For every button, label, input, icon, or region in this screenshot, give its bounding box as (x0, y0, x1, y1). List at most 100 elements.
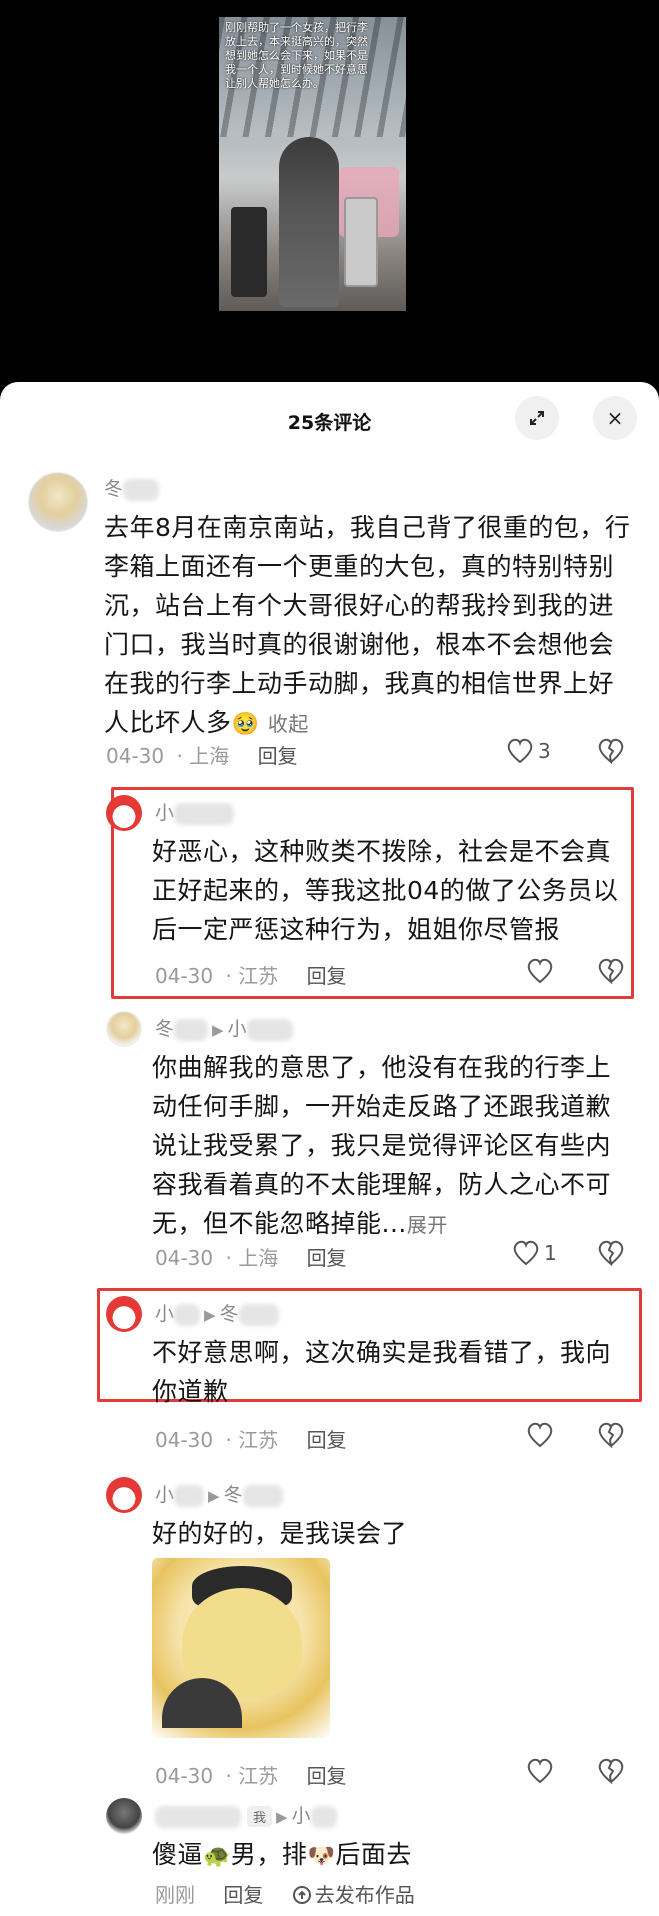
expand-button[interactable] (515, 396, 559, 440)
reply-to-name: 冬 (219, 1303, 239, 1325)
separator: · (225, 1428, 232, 1452)
comment-meta: 04-30 · 江苏 回复 (155, 1760, 347, 1789)
dislike-button[interactable] (597, 958, 625, 984)
comment-text: 好的好的，是我误会了 (152, 1519, 408, 1548)
dislike-button[interactable] (597, 1758, 625, 1784)
separator: · (225, 1764, 232, 1788)
expand-link[interactable]: 展开 (407, 1213, 448, 1237)
expand-icon (530, 411, 544, 425)
location: 江苏 (238, 1428, 279, 1452)
avatar[interactable] (28, 472, 88, 532)
reply-to-name: 小 (227, 1018, 247, 1040)
close-button[interactable]: × (593, 396, 637, 440)
heart-icon (513, 1240, 539, 1266)
comment-author[interactable]: 小 (155, 798, 235, 825)
like-count: 1 (544, 1241, 557, 1265)
blurred-name (310, 1805, 337, 1828)
person-graphic (279, 137, 339, 307)
separator: · (225, 1246, 232, 1270)
comment-body: 去年8月在南京南站，我自己背了很重的包，行李箱上面还有一个更重的大包，真的特别特… (104, 513, 631, 737)
location: 江苏 (238, 1764, 279, 1788)
separator: · (225, 964, 232, 988)
close-icon: × (606, 406, 624, 430)
share-label: 去发布作品 (314, 1883, 415, 1907)
emoji: 🥹 (231, 712, 260, 737)
turtle-emoji: 🐢 (203, 1844, 231, 1869)
comment-body: 男，排 (230, 1840, 308, 1869)
blurred-name (242, 1484, 283, 1507)
broken-heart-icon (598, 1758, 624, 1784)
reply-arrow-icon: ▶ (204, 1305, 216, 1324)
blurred-name (174, 1018, 209, 1041)
timestamp: 04-30 (155, 1764, 214, 1788)
dislike-button[interactable] (597, 738, 625, 764)
comment-author[interactable]: 冬 (104, 474, 160, 501)
timestamp: 04-30 (155, 1428, 214, 1452)
timestamp: 04-30 (155, 1246, 214, 1270)
comment-author[interactable]: 小 ▶ 冬 (155, 1480, 283, 1507)
timestamp: 04-30 (106, 744, 165, 768)
reply-button[interactable]: 回复 (223, 1883, 263, 1907)
collapse-link[interactable]: 收起 (268, 712, 309, 736)
blurred-name (174, 1303, 201, 1326)
share-to-post-button[interactable]: 去发布作品 (292, 1883, 415, 1907)
comment-text: 你曲解我的意思了，他没有在我的行李上动任何手脚，一开始走反路了还跟我道歉说让我受… (152, 1048, 632, 1245)
timestamp: 04-30 (155, 964, 214, 988)
avatar[interactable] (106, 795, 142, 831)
reply-button[interactable]: 回复 (307, 1764, 347, 1788)
video-caption: 刚刚帮助了一个女孩，把行李放上去，本来挺高兴的，突然想到她怎么会下来，如果不是我… (225, 21, 368, 90)
avatar[interactable] (106, 1477, 142, 1513)
reply-button[interactable]: 回复 (307, 1246, 347, 1270)
heart-icon (527, 1422, 553, 1448)
reply-arrow-icon: ▶ (212, 1020, 224, 1039)
suitcase-graphic (344, 197, 378, 287)
timestamp: 刚刚 (155, 1883, 195, 1907)
broken-heart-icon (598, 1422, 624, 1448)
avatar[interactable] (106, 1011, 142, 1047)
comment-meta: 刚刚 回复 去发布作品 (155, 1879, 415, 1908)
author-name: 小 (155, 1484, 175, 1506)
location: 上海 (238, 1246, 279, 1270)
comment-author[interactable]: 我 ▶ 小 (155, 1801, 337, 1828)
blurred-name (123, 478, 160, 501)
like-button[interactable] (526, 958, 554, 984)
comment-text: 去年8月在南京南站，我自己背了很重的包，行李箱上面还有一个更重的大包，真的特别特… (104, 508, 634, 744)
heart-icon (507, 738, 533, 764)
suitcase-graphic (231, 207, 267, 297)
like-count: 3 (538, 739, 551, 763)
author-name: 冬 (155, 1018, 175, 1040)
like-button[interactable]: 1 (512, 1240, 557, 1266)
dog-emoji: 🐶 (307, 1844, 336, 1869)
like-button[interactable]: 3 (506, 738, 551, 764)
location: 上海 (189, 744, 230, 768)
reply-arrow-icon: ▶ (208, 1486, 220, 1505)
comment-text: 傻逼🐢男，排🐶后面去 (152, 1835, 630, 1876)
dislike-button[interactable] (597, 1422, 625, 1448)
comment-text: 不好意思啊，这次确实是我看错了，我向你道歉 (152, 1338, 612, 1406)
blurred-name (155, 1805, 241, 1828)
video-area[interactable]: 刚刚帮助了一个女孩，把行李放上去，本来挺高兴的，突然想到她怎么会下来，如果不是我… (0, 0, 659, 382)
comment-author[interactable]: 小 ▶ 冬 (155, 1299, 279, 1326)
reply-arrow-icon: ▶ (276, 1807, 288, 1826)
comment-body: 傻逼 (152, 1840, 204, 1869)
comment-meta: 04-30 · 江苏 回复 (155, 960, 347, 989)
avatar[interactable] (106, 1798, 142, 1834)
me-badge: 我 (247, 1806, 273, 1827)
like-button[interactable] (526, 1422, 554, 1448)
comment-meta: 04-30 · 江苏 回复 (155, 1424, 347, 1453)
author-name: 小 (155, 802, 175, 824)
share-icon (292, 1886, 311, 1904)
reply-button[interactable]: 回复 (307, 964, 347, 988)
blurred-name (174, 1484, 205, 1507)
comment-meta: 04-30 · 上海 回复 (106, 740, 298, 769)
dislike-button[interactable] (597, 1240, 625, 1266)
broken-heart-icon (598, 738, 624, 764)
like-button[interactable] (526, 1758, 554, 1784)
heart-icon (527, 958, 553, 984)
comment-author[interactable]: 冬 ▶ 小 (155, 1014, 293, 1041)
reply-button[interactable]: 回复 (258, 744, 298, 768)
video-thumbnail[interactable]: 刚刚帮助了一个女孩，把行李放上去，本来挺高兴的，突然想到她怎么会下来，如果不是我… (219, 17, 406, 311)
avatar[interactable] (106, 1296, 142, 1332)
sticker-image[interactable] (152, 1558, 330, 1738)
reply-button[interactable]: 回复 (307, 1428, 347, 1452)
